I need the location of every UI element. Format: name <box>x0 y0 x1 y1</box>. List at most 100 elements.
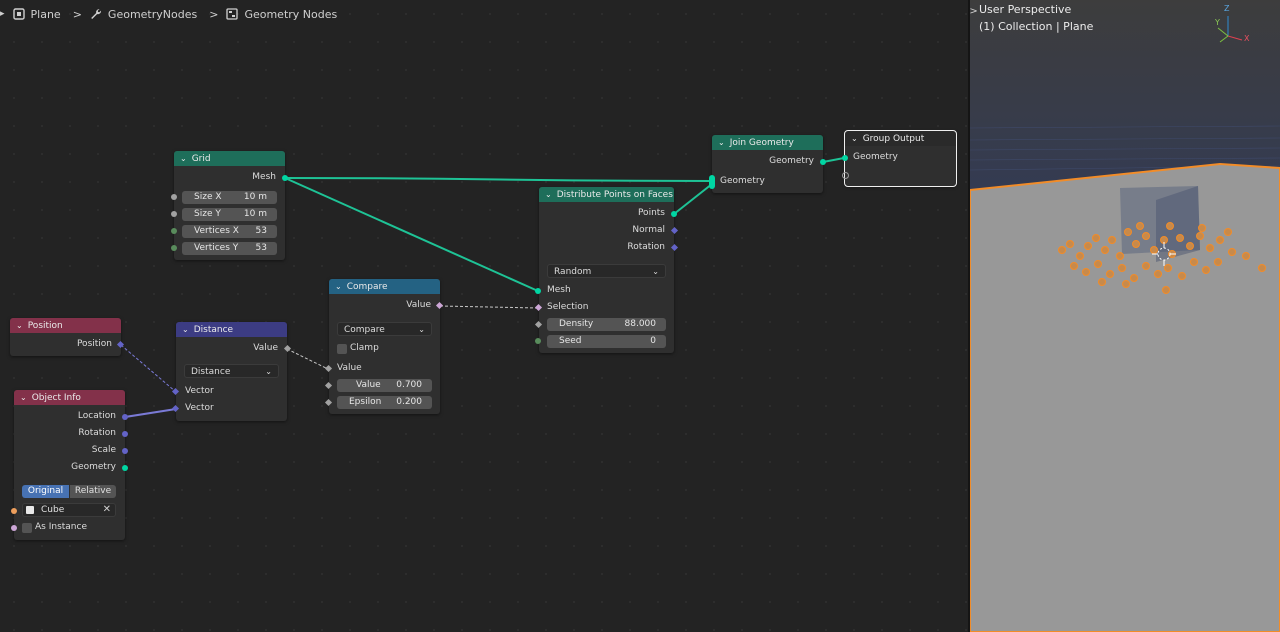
position-node[interactable]: ⌄ Position Position <box>10 318 121 356</box>
distribute-mode-dropdown[interactable]: Random ⌄ <box>547 264 666 278</box>
object-info-scale-socket[interactable] <box>122 448 128 454</box>
breadcrumb-nodetree[interactable]: Geometry Nodes <box>226 8 337 21</box>
grid-vertices-x-field[interactable]: Vertices X 53 <box>182 225 277 238</box>
object-picker[interactable]: Cube ✕ <box>22 503 116 517</box>
clear-object-icon[interactable]: ✕ <box>103 504 111 516</box>
grid-size-x-field[interactable]: Size X 10 m <box>182 191 277 204</box>
clamp-checkbox[interactable] <box>337 344 347 354</box>
compare-mode-value: Compare <box>344 325 385 335</box>
mode-original-button[interactable]: Original <box>22 485 69 498</box>
chevron-down-icon: ⌄ <box>652 267 659 276</box>
grid-vertices-y-socket[interactable] <box>171 245 177 251</box>
object-info-scale-label: Scale <box>91 445 116 455</box>
collapse-chevron-icon[interactable]: ⌄ <box>335 279 342 294</box>
mode-relative-button[interactable]: Relative <box>70 485 116 498</box>
object-info-geometry-socket[interactable] <box>122 465 128 471</box>
link-position-distance <box>120 344 177 393</box>
object-info-rotation-socket[interactable] <box>122 431 128 437</box>
object-info-node-header[interactable]: ⌄ Object Info <box>14 390 125 405</box>
compare-value-field[interactable]: Value 0.700 <box>337 379 432 392</box>
compare-out-value-label: Value <box>406 300 431 310</box>
collapse-chevron-icon[interactable]: ⌄ <box>851 131 858 146</box>
group-output-empty-socket[interactable] <box>842 172 849 179</box>
object-info-node[interactable]: ⌄ Object Info Location Rotation Scale Geo… <box>14 390 125 540</box>
grid-vertices-y-field[interactable]: Vertices Y 53 <box>182 242 277 255</box>
link-distribute-join <box>673 183 713 215</box>
clamp-label: Clamp <box>350 343 379 353</box>
grid-node[interactable]: ⌄ Grid Mesh Size X 10 m Size Y 10 m Vertice… <box>174 151 285 260</box>
axis-y-label[interactable]: Y <box>1215 18 1220 27</box>
join-geometry-node[interactable]: ⌄ Join Geometry Geometry Geometry <box>712 135 823 193</box>
distance-node[interactable]: ⌄ Distance Value Distance ⌄ Vector Vector <box>176 322 287 421</box>
compare-mode-dropdown[interactable]: Compare ⌄ <box>337 322 432 336</box>
link-grid-distribute <box>284 177 539 292</box>
distribute-normal-label: Normal <box>632 225 665 235</box>
group-output-geometry-socket[interactable] <box>842 155 848 161</box>
distribute-points-node[interactable]: ⌄ Distribute Points on Faces Points Norma… <box>539 187 674 353</box>
group-output-node-header[interactable]: ⌄ Group Output <box>845 131 956 146</box>
distribute-rotation-label: Rotation <box>627 242 665 252</box>
chevron-down-icon: ⌄ <box>265 367 272 376</box>
position-node-title: Position <box>27 321 63 331</box>
grid-mesh-output-socket[interactable] <box>282 175 288 181</box>
position-node-header[interactable]: ⌄ Position <box>10 318 121 333</box>
as-instance-checkbox[interactable] <box>22 523 32 533</box>
breadcrumb-modifier[interactable]: GeometryNodes <box>90 8 197 21</box>
grid-size-y-socket[interactable] <box>171 211 177 217</box>
collapse-chevron-icon[interactable]: ⌄ <box>545 187 552 202</box>
wrench-icon <box>91 9 101 19</box>
breadcrumb-object[interactable]: Plane <box>12 8 61 21</box>
join-geometry-node-header[interactable]: ⌄ Join Geometry <box>712 135 823 150</box>
join-geometry-output-socket[interactable] <box>820 159 826 165</box>
distance-mode-dropdown[interactable]: Distance ⌄ <box>184 364 279 378</box>
group-output-node[interactable]: ⌄ Group Output Geometry <box>844 130 957 187</box>
collapse-chevron-icon[interactable]: ⌄ <box>718 135 725 150</box>
collection-info: (1) Collection | Plane <box>979 20 1094 33</box>
compare-epsilon-field[interactable]: Epsilon 0.200 <box>337 396 432 409</box>
collapse-chevron-icon[interactable]: ⌄ <box>20 390 27 405</box>
collapse-chevron-icon[interactable]: ⌄ <box>16 318 23 333</box>
grid-size-x-value: 10 m <box>243 192 267 202</box>
density-field[interactable]: Density 88.000 <box>547 318 666 331</box>
grid-vertices-y-label: Vertices Y <box>194 243 239 253</box>
compare-node-title: Compare <box>346 282 388 292</box>
breadcrumb: ▸ Plane > GeometryNodes > Geometry Nodes <box>0 6 337 22</box>
grid-size-x-socket[interactable] <box>171 194 177 200</box>
distance-out-value-label: Value <box>253 343 278 353</box>
chevron-down-icon: ⌄ <box>418 325 425 334</box>
distribute-points-node-header[interactable]: ⌄ Distribute Points on Faces <box>539 187 674 202</box>
seed-input-socket[interactable] <box>535 338 541 344</box>
distribute-mesh-input-socket[interactable] <box>535 288 541 294</box>
distribute-points-output-socket[interactable] <box>671 211 677 217</box>
sidebar-toggle-icon[interactable]: <> <box>970 6 978 17</box>
object-icon <box>12 8 25 20</box>
grid-node-title: Grid <box>191 154 211 164</box>
grid-size-y-field[interactable]: Size Y 10 m <box>182 208 277 221</box>
axis-z-label[interactable]: Z <box>1224 4 1229 13</box>
join-geometry-multi-input-socket[interactable] <box>709 175 715 189</box>
3d-viewport[interactable]: <> User Perspective (1) Collection | Pla… <box>970 0 1280 632</box>
distance-node-header[interactable]: ⌄ Distance <box>176 322 287 337</box>
collapse-chevron-icon[interactable]: ⌄ <box>182 322 189 337</box>
join-out-geometry-label: Geometry <box>769 156 814 166</box>
seed-field[interactable]: Seed 0 <box>547 335 666 348</box>
as-instance-socket[interactable] <box>11 525 17 531</box>
object-input-socket[interactable] <box>11 508 17 514</box>
distribute-selection-label: Selection <box>547 302 589 312</box>
distribute-points-label: Points <box>637 208 665 218</box>
compare-node[interactable]: ⌄ Compare Value Compare ⌄ Clamp Value Valu… <box>329 279 440 414</box>
link-join-output <box>822 157 845 163</box>
object-info-rotation-label: Rotation <box>78 428 116 438</box>
grid-vertices-x-socket[interactable] <box>171 228 177 234</box>
object-info-location-socket[interactable] <box>122 414 128 420</box>
node-editor[interactable]: ▸ Plane > GeometryNodes > Geometry Nodes… <box>0 0 970 632</box>
density-label: Density <box>559 319 594 329</box>
seed-value: 0 <box>650 336 656 346</box>
distance-mode-value: Distance <box>191 367 231 377</box>
grid-node-header[interactable]: ⌄ Grid <box>174 151 285 166</box>
collapse-chevron-icon[interactable]: ⌄ <box>180 151 187 166</box>
compare-node-header[interactable]: ⌄ Compare <box>329 279 440 294</box>
compare-epsilon-value: 0.200 <box>396 397 422 407</box>
axis-x-label[interactable]: X <box>1244 34 1249 43</box>
seed-label: Seed <box>559 336 582 346</box>
